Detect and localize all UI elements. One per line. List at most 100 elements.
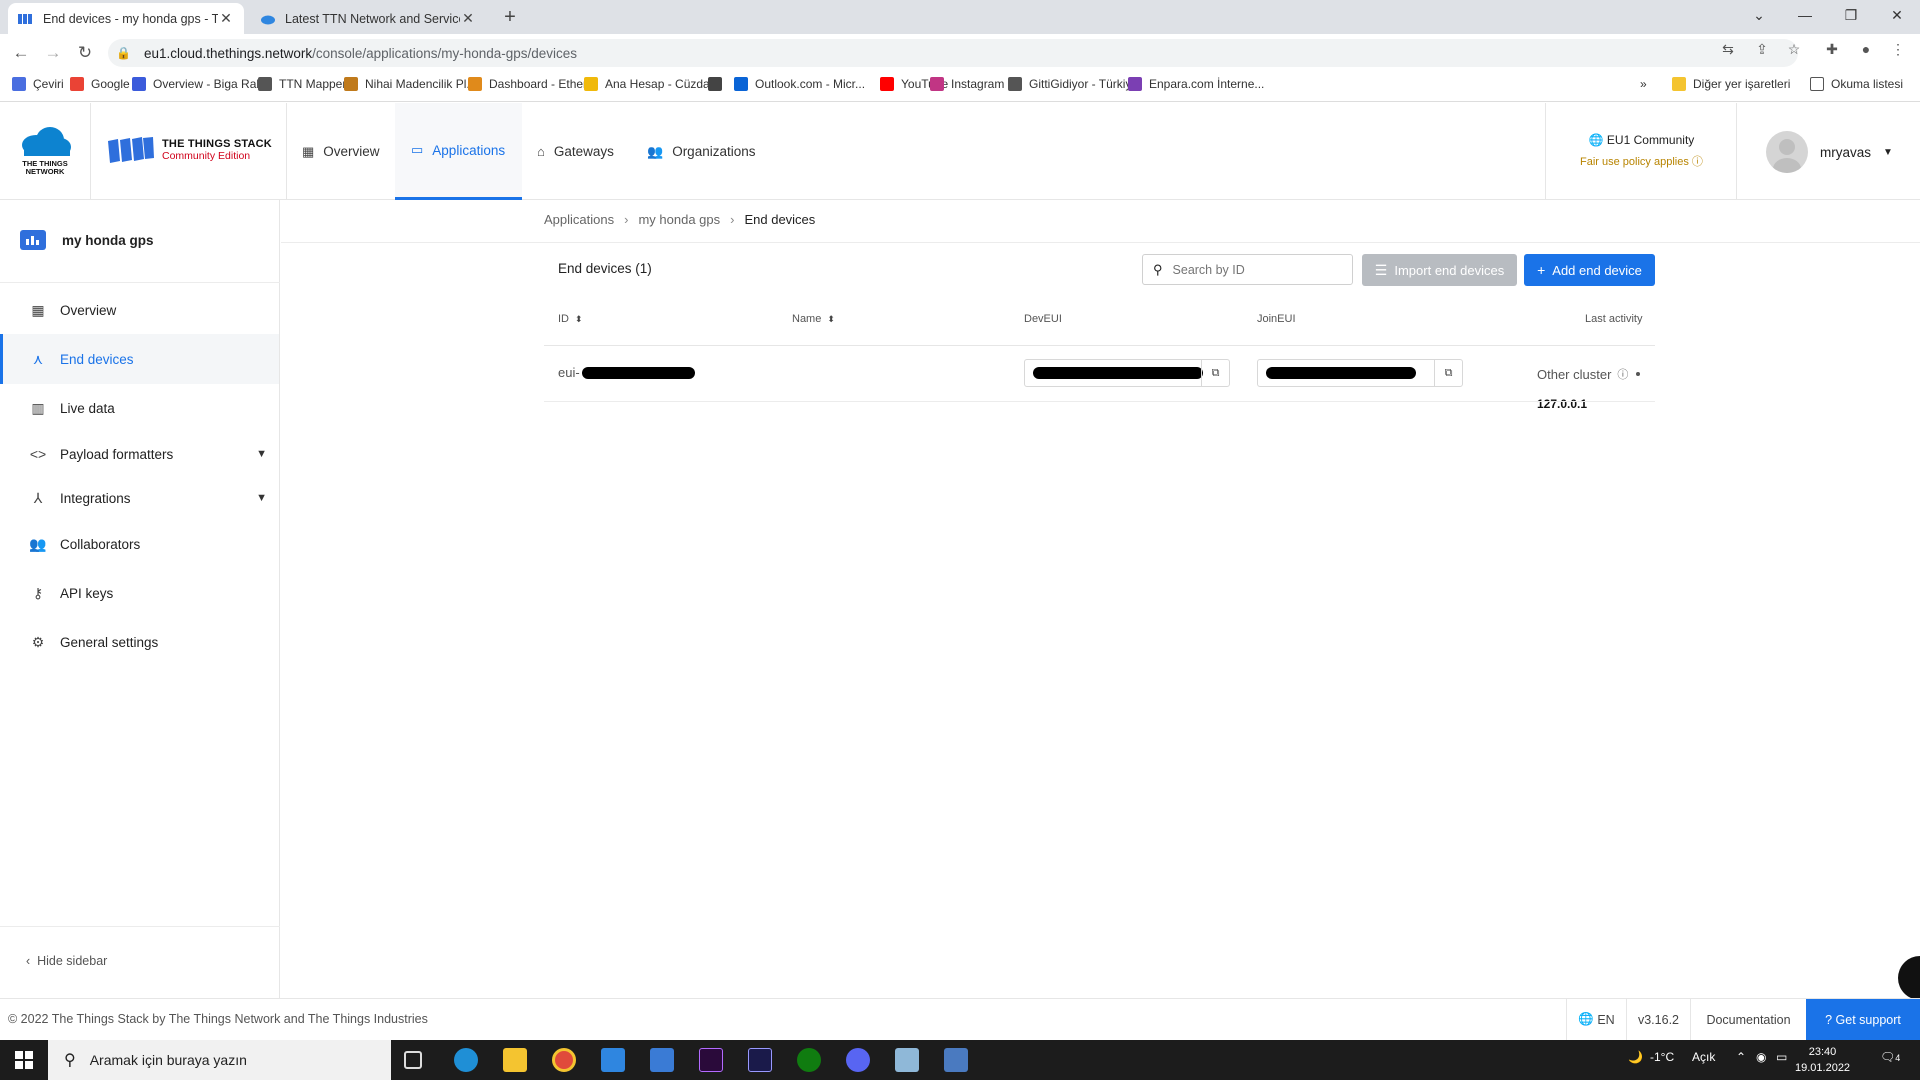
copy-icon[interactable]: ⧉ — [1201, 360, 1229, 386]
translate-icon[interactable]: ⇆ — [1718, 41, 1738, 58]
weather-status[interactable]: Açık — [1692, 1050, 1715, 1064]
task-view-icon[interactable] — [404, 1051, 422, 1069]
bookmark-item[interactable]: Overview - Biga Rak... — [132, 77, 272, 91]
copy-icon[interactable]: ⧉ — [1434, 360, 1462, 386]
bookmark-favicon-icon — [734, 77, 748, 91]
column-header-id[interactable]: ID ⬍ — [558, 313, 583, 325]
bookmark-item[interactable]: Enpara.com İnterne... — [1128, 77, 1264, 91]
clock[interactable]: 23:40 19.01.2022 — [1795, 1044, 1850, 1076]
bookmarks-more-button[interactable]: » — [1640, 77, 1647, 91]
notes-app-icon[interactable] — [895, 1048, 919, 1072]
store-icon[interactable] — [650, 1048, 674, 1072]
notifications-icon[interactable]: 🗨4 — [1880, 1050, 1900, 1064]
hide-sidebar-button[interactable]: ‹ Hide sidebar — [26, 954, 107, 968]
bookmark-item[interactable] — [708, 77, 729, 91]
globe-icon: 🌐 — [1588, 133, 1604, 147]
sidebar-item-live-data[interactable]: ▥ Live data — [0, 385, 279, 431]
bookmark-star-icon[interactable]: ☆ — [1784, 41, 1804, 58]
file-explorer-icon[interactable] — [503, 1048, 527, 1072]
support-chat-button[interactable] — [1898, 956, 1920, 1000]
forward-icon[interactable]: → — [42, 42, 64, 64]
new-tab-button[interactable]: + — [498, 6, 522, 30]
search-input[interactable] — [1172, 262, 1333, 277]
tab-title: Latest TTN Network and Services status — [285, 11, 460, 26]
bookmark-item[interactable]: Nihai Madencilik Pl... — [344, 77, 476, 91]
discord-icon[interactable] — [846, 1048, 870, 1072]
breadcrumb-application[interactable]: my honda gps — [638, 212, 720, 227]
address-bar[interactable]: 🔒 eu1.cloud.thethings.network/console/ap… — [108, 39, 1798, 67]
windows-start-button[interactable] — [0, 1040, 48, 1080]
close-window-icon[interactable]: ✕ — [1874, 0, 1920, 30]
extensions-icon[interactable]: ✚ — [1822, 41, 1842, 58]
sidebar-item-overview[interactable]: ▦ Overview — [0, 287, 279, 333]
network-app-icon[interactable] — [944, 1048, 968, 1072]
language-selector[interactable]: 🌐 EN — [1566, 999, 1626, 1040]
nav-applications[interactable]: ▭ Applications — [395, 103, 522, 200]
redaction-mark — [1033, 367, 1203, 379]
footer: © 2022 The Things Stack by The Things Ne… — [0, 998, 1920, 1040]
windows-logo-icon — [15, 1051, 33, 1069]
help-icon[interactable]: ⓘ — [1617, 366, 1628, 382]
premiere-icon[interactable] — [699, 1048, 723, 1072]
nav-gateways[interactable]: ⌂ Gateways — [537, 103, 627, 200]
bookmark-item[interactable]: TTN Mapper — [258, 77, 346, 91]
sidebar-item-integrations[interactable]: ⅄ Integrations ▼ — [0, 475, 279, 521]
weather-temperature[interactable]: -1°C — [1650, 1050, 1674, 1064]
tray-app-icon[interactable]: ◉ — [1756, 1050, 1766, 1064]
user-dropdown[interactable]: mryavas ▼ — [1766, 131, 1893, 173]
browser-tab-end-devices[interactable]: End devices - my honda gps - The Things … — [8, 3, 244, 34]
joineui-field[interactable]: ⧉ — [1257, 359, 1463, 387]
add-end-device-button[interactable]: + Add end device — [1524, 254, 1655, 286]
sidebar-item-payload-formatters[interactable]: <> Payload formatters ▼ — [0, 431, 279, 477]
import-end-devices-button[interactable]: ☰ Import end devices — [1362, 254, 1517, 286]
bookmark-item[interactable]: Dashboard - Ether... — [468, 77, 596, 91]
cluster-address: 127.0.0.1 — [1537, 397, 1588, 411]
after-effects-icon[interactable] — [748, 1048, 772, 1072]
minimize-icon[interactable]: — — [1782, 0, 1828, 30]
search-field[interactable]: ⚲ — [1142, 254, 1353, 285]
edge-icon[interactable] — [454, 1048, 478, 1072]
bookmark-item[interactable]: Outlook.com - Micr... — [734, 77, 865, 91]
deveui-field[interactable]: ⧉ — [1024, 359, 1230, 387]
other-bookmarks-folder[interactable]: Diğer yer işaretleri — [1672, 77, 1790, 91]
bookmark-favicon-icon — [132, 77, 146, 91]
ttn-logo[interactable]: THE THINGS NETWORK — [16, 125, 74, 176]
nav-organizations[interactable]: 👥 Organizations — [647, 103, 767, 200]
chrome-icon[interactable] — [552, 1048, 576, 1072]
sidebar-item-general-settings[interactable]: ⚙ General settings — [0, 619, 279, 665]
breadcrumb-applications[interactable]: Applications — [544, 212, 614, 227]
browser-menu-icon[interactable]: ⋮ — [1888, 41, 1908, 58]
sidebar-item-end-devices[interactable]: ⋏ End devices — [0, 334, 279, 384]
profile-icon[interactable]: ● — [1856, 41, 1876, 57]
documentation-link[interactable]: Documentation — [1690, 999, 1806, 1040]
taskbar-search[interactable]: ⚲ Aramak için buraya yazın — [48, 1040, 391, 1080]
bookmark-favicon-icon — [344, 77, 358, 91]
mail-icon[interactable] — [601, 1048, 625, 1072]
close-tab-icon[interactable]: ✕ — [460, 10, 476, 27]
bookmark-item[interactable]: GittiGidiyor - Türkiy... — [1008, 77, 1141, 91]
bookmark-item[interactable]: Google — [70, 77, 130, 91]
restore-icon[interactable]: ❐ — [1828, 0, 1874, 30]
close-tab-icon[interactable]: ✕ — [218, 10, 234, 27]
column-header-name[interactable]: Name ⬍ — [792, 313, 835, 325]
browser-tab-status[interactable]: Latest TTN Network and Services status ✕ — [250, 3, 486, 34]
nav-overview[interactable]: ▦ Overview — [302, 103, 392, 200]
cluster-info[interactable]: 🌐 EU1 Community Fair use policy applies … — [1580, 133, 1703, 169]
reading-list-button[interactable]: Okuma listesi — [1810, 77, 1903, 91]
network-icon[interactable]: ▭ — [1776, 1050, 1787, 1064]
bookmark-item[interactable]: Çeviri — [12, 77, 64, 91]
tab-search-icon[interactable]: ⌄ — [1736, 0, 1782, 30]
chevron-down-icon[interactable]: ▼ — [256, 448, 267, 460]
reload-icon[interactable]: ↻ — [74, 42, 96, 64]
xbox-icon[interactable] — [797, 1048, 821, 1072]
share-icon[interactable]: ⇪ — [1752, 41, 1772, 58]
chevron-down-icon[interactable]: ▼ — [256, 492, 267, 504]
bookmark-item[interactable]: Ana Hesap - Cüzda... — [584, 77, 720, 91]
tray-chevron-up-icon[interactable]: ⌃ — [1736, 1050, 1746, 1064]
the-things-stack-logo[interactable]: THE THINGS STACK Community Edition — [108, 137, 272, 163]
sidebar-item-api-keys[interactable]: ⚷ API keys — [0, 570, 279, 616]
bookmark-item[interactable]: Instagram — [930, 77, 1004, 91]
back-icon[interactable]: ← — [10, 42, 32, 64]
sidebar-item-collaborators[interactable]: 👥 Collaborators — [0, 521, 279, 567]
get-support-button[interactable]: ? Get support — [1806, 999, 1920, 1040]
